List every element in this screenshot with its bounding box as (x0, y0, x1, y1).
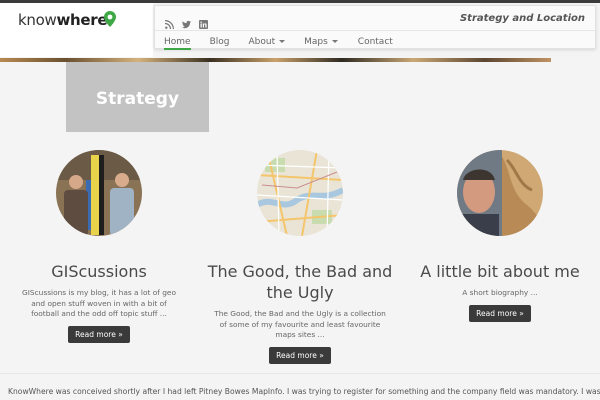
good-bad-ugly-title[interactable]: The Good, the Bad and the Ugly (200, 261, 400, 303)
nav-contact-label: Contact (357, 37, 393, 47)
nav-home[interactable]: Home (164, 31, 191, 50)
about-me-photo[interactable] (457, 150, 543, 236)
nav-maps-label: Maps (304, 37, 328, 47)
linkedin-icon[interactable] (199, 14, 208, 29)
giscussions-title[interactable]: GIScussions (18, 261, 180, 282)
hero-box: Strategy (66, 62, 209, 132)
feature-giscussions: GIScussions GIScussions is my blog, it h… (18, 150, 180, 343)
twitter-icon[interactable] (182, 14, 191, 29)
social-links (164, 14, 208, 30)
about-me-title[interactable]: A little bit about me (416, 261, 584, 282)
rss-icon[interactable] (164, 14, 174, 30)
chevron-down-icon (279, 40, 286, 43)
header-nav-box: Strategy and Location Home Blog About Ma… (154, 5, 596, 50)
nav-blog-label: Blog (209, 37, 230, 47)
nav-about-label: About (248, 37, 276, 47)
giscussions-read-more-button[interactable]: Read more » (68, 325, 130, 343)
about-paragraph: KnowWhere was conceived shortly after I … (8, 387, 600, 396)
logo-text-light: know (18, 11, 57, 29)
good-bad-ugly-read-more-button[interactable]: Read more » (269, 346, 331, 364)
nav-maps[interactable]: Maps (304, 31, 338, 50)
main-nav: Home Blog About Maps Contact (155, 30, 595, 50)
good-bad-ugly-text: The Good, the Bad and the Ugly is a coll… (214, 309, 386, 339)
about-me-text: A short biography ... (462, 288, 538, 297)
logo-area: knowwhere (0, 3, 153, 57)
street-map-image (257, 150, 343, 236)
chevron-down-icon (331, 40, 338, 43)
map-pin-icon (104, 11, 116, 27)
nav-contact[interactable]: Contact (358, 31, 393, 50)
nav-blog[interactable]: Blog (210, 31, 230, 50)
feature-good-bad-ugly: The Good, the Bad and the Ugly The Good,… (200, 150, 400, 364)
site-logo[interactable]: knowwhere (18, 11, 108, 29)
good-bad-ugly-photo[interactable] (257, 150, 343, 236)
portrait-photo-image (457, 150, 543, 236)
section-divider (0, 373, 600, 374)
people-photo-image (56, 150, 142, 236)
giscussions-photo[interactable] (56, 150, 142, 236)
nav-active-indicator (164, 48, 191, 50)
feature-about-me: A little bit about me A short biography … (416, 150, 584, 322)
logo-text-bold: where (56, 11, 108, 29)
nav-about[interactable]: About (248, 31, 286, 50)
about-me-read-more-button[interactable]: Read more » (469, 304, 531, 322)
nav-home-label: Home (164, 37, 191, 47)
site-tagline: Strategy and Location (459, 13, 585, 24)
giscussions-text: GIScussions is my blog, it has a lot of … (22, 288, 176, 318)
hero-title: Strategy (95, 89, 180, 109)
